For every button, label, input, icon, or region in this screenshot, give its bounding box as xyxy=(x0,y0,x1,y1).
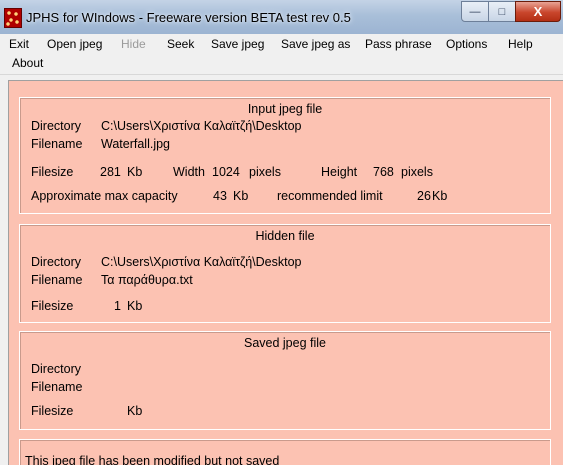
input-limit-value: 26 xyxy=(417,189,431,203)
menu-save-jpeg[interactable]: Save jpeg xyxy=(211,37,264,51)
saved-filename-label: Filename xyxy=(31,380,83,394)
input-filesize-value: 281 xyxy=(100,165,121,179)
hidden-filesize-unit: Kb xyxy=(127,299,143,313)
input-directory-value: C:\Users\Χριστίνα Καλαϊτζή\Desktop xyxy=(101,119,302,133)
input-filename-value: Waterfall.jpg xyxy=(101,137,171,151)
maximize-button[interactable]: □ xyxy=(488,1,516,22)
hidden-directory-label: Directory xyxy=(31,255,82,269)
input-capacity-label: Approximate max capacity xyxy=(31,189,178,203)
hidden-directory-value: C:\Users\Χριστίνα Καλαϊτζή\Desktop xyxy=(101,255,302,269)
jphs-app-icon[interactable] xyxy=(4,8,22,28)
menu-hide[interactable]: Hide xyxy=(121,37,146,51)
hidden-file-group: Hidden file Directory C:\Users\Χριστίνα … xyxy=(19,224,551,323)
title-bar[interactable]: JPHS for WIndows - Freeware version BETA… xyxy=(0,0,563,34)
hidden-filename-value: Τα παράθυρα.txt xyxy=(101,273,193,287)
window-title: JPHS for WIndows - Freeware version BETA… xyxy=(26,10,351,25)
input-group-title: Input jpeg file xyxy=(247,102,323,116)
input-height-unit: pixels xyxy=(401,165,433,179)
hidden-filesize-label: Filesize xyxy=(31,299,74,313)
menu-save-jpeg-as[interactable]: Save jpeg as xyxy=(281,37,350,51)
input-limit-label: recommended limit xyxy=(277,189,383,203)
input-filesize-label: Filesize xyxy=(31,165,74,179)
saved-jpeg-group: Saved jpeg file Directory Filename Files… xyxy=(19,331,551,430)
minimize-button[interactable]: — xyxy=(461,1,489,22)
menu-open-jpeg[interactable]: Open jpeg xyxy=(47,37,102,51)
status-message: This jpeg file has been modified but not… xyxy=(25,454,280,465)
menu-bar: Exit Open jpeg Hide Seek Save jpeg Save … xyxy=(0,34,563,75)
menu-help[interactable]: Help xyxy=(508,37,533,51)
input-height-label: Height xyxy=(321,165,358,179)
hidden-filename-label: Filename xyxy=(31,273,83,287)
hidden-filesize-value: 1 xyxy=(114,299,121,313)
input-capacity-unit: Kb xyxy=(233,189,249,203)
input-directory-label: Directory xyxy=(31,119,82,133)
saved-filesize-unit: Kb xyxy=(127,404,143,418)
close-button[interactable]: X xyxy=(515,1,561,22)
main-panel: Input jpeg file Directory C:\Users\Χριστ… xyxy=(8,80,563,465)
input-filename-label: Filename xyxy=(31,137,83,151)
input-width-label: Width xyxy=(173,165,205,179)
jphs-window: JPHS for WIndows - Freeware version BETA… xyxy=(0,0,563,465)
menu-pass-phrase[interactable]: Pass phrase xyxy=(365,37,432,51)
saved-directory-label: Directory xyxy=(31,362,82,376)
menu-seek[interactable]: Seek xyxy=(167,37,194,51)
input-height-value: 768 xyxy=(373,165,394,179)
input-filesize-unit: Kb xyxy=(127,165,143,179)
menu-exit[interactable]: Exit xyxy=(9,37,29,51)
caption-buttons: — □ X xyxy=(461,1,561,22)
saved-filesize-label: Filesize xyxy=(31,404,74,418)
input-jpeg-group: Input jpeg file Directory C:\Users\Χριστ… xyxy=(19,97,551,214)
menu-about[interactable]: About xyxy=(12,56,43,70)
input-capacity-value: 43 xyxy=(213,189,227,203)
input-width-value: 1024 xyxy=(212,165,240,179)
saved-group-title: Saved jpeg file xyxy=(243,336,326,350)
menu-options[interactable]: Options xyxy=(446,37,487,51)
input-limit-unit: Kb xyxy=(432,189,448,203)
status-group: This jpeg file has been modified but not… xyxy=(19,439,551,465)
hidden-group-title: Hidden file xyxy=(255,229,315,243)
input-width-unit: pixels xyxy=(249,165,281,179)
